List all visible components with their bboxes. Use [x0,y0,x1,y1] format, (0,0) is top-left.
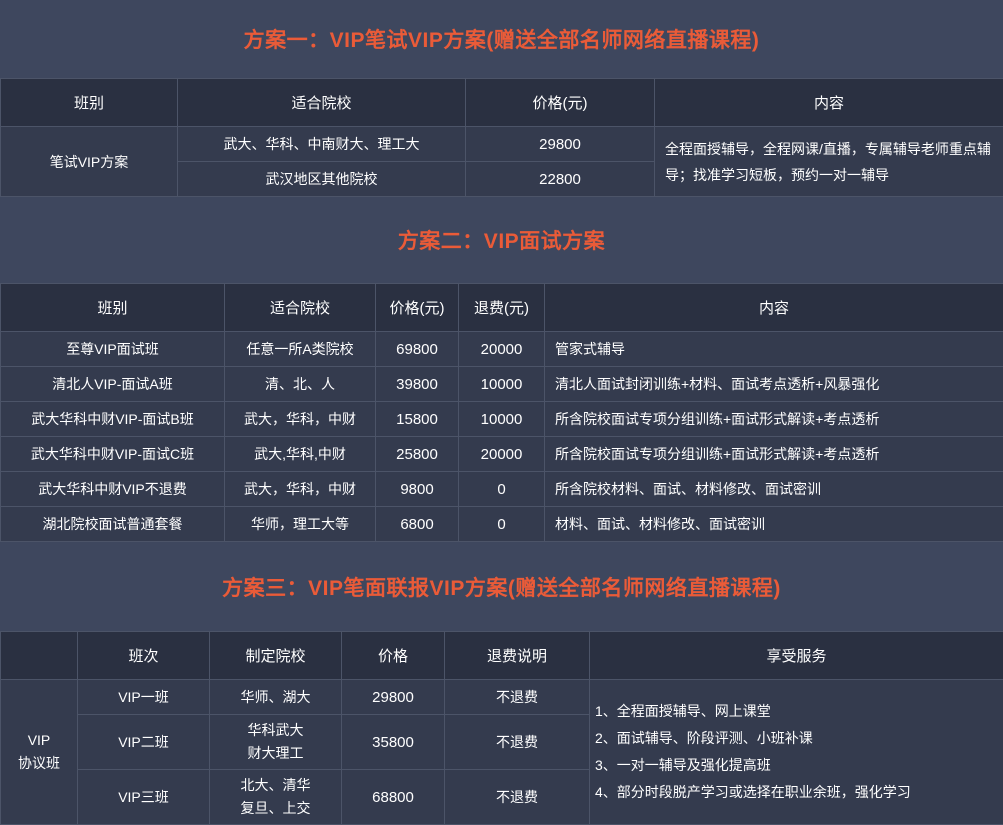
class-name-cell: 武大华科中财VIP不退费 [1,472,225,507]
school-cell: 清、北、人 [225,367,376,402]
header-cell-group [1,632,78,680]
group-label-cell: VIP 协议班 [1,680,78,825]
header-cell-price: 价格(元) [466,79,655,127]
refund-cell: 10000 [459,367,545,402]
school-cell: 武大、华科、中南财大、理工大 [178,127,466,162]
class-name-cell: 湖北院校面试普通套餐 [1,507,225,542]
plan1-title-area: 方案一：VIP笔试VIP方案(赠送全部名师网络直播课程) [0,0,1003,78]
price-cell: 6800 [376,507,459,542]
class-name-cell: VIP三班 [78,770,210,825]
header-cell-content: 内容 [545,284,1003,332]
table-row: 武大华科中财VIP-面试C班 武大,华科,中财 25800 20000 所含院校… [1,437,1003,472]
plan1-table: 班别 适合院校 价格(元) 内容 笔试VIP方案 武大、华科、中南财大、理工大 … [0,78,1003,197]
price-cell: 29800 [342,680,445,715]
header-cell-price: 价格 [342,632,445,680]
school-cell: 任意一所A类院校 [225,332,376,367]
header-cell-class: 班别 [1,79,178,127]
table-row: 武大华科中财VIP-面试B班 武大，华科，中财 15800 10000 所含院校… [1,402,1003,437]
header-cell-class: 班次 [78,632,210,680]
refund-cell: 不退费 [445,770,590,825]
plan1-header-row: 班别 适合院校 价格(元) 内容 [1,79,1003,127]
school-cell: 武大,华科,中财 [225,437,376,472]
class-name-cell: 清北人VIP-面试A班 [1,367,225,402]
header-cell-refund: 退费(元) [459,284,545,332]
content-cell: 管家式辅导 [545,332,1003,367]
price-cell: 9800 [376,472,459,507]
plan2-title: 方案二：VIP面试方案 [398,225,605,255]
plan3-header-row: 班次 制定院校 价格 退费说明 享受服务 [1,632,1003,680]
plan2-title-area: 方案二：VIP面试方案 [0,197,1003,283]
content-cell: 所含院校材料、面试、材料修改、面试密训 [545,472,1003,507]
header-cell-refund-note: 退费说明 [445,632,590,680]
refund-cell: 0 [459,507,545,542]
services-cell: 1、全程面授辅导、网上课堂 2、面试辅导、阶段评测、小班补课 3、一对一辅导及强… [590,680,1003,825]
header-cell-content: 内容 [655,79,1003,127]
plan1-title: 方案一：VIP笔试VIP方案(赠送全部名师网络直播课程) [244,24,760,54]
table-row: 湖北院校面试普通套餐 华师，理工大等 6800 0 材料、面试、材料修改、面试密… [1,507,1003,542]
price-cell: 68800 [342,770,445,825]
plan2-header-row: 班别 适合院校 价格(元) 退费(元) 内容 [1,284,1003,332]
price-cell: 25800 [376,437,459,472]
header-cell-school: 适合院校 [178,79,466,127]
school-cell: 华师、湖大 [210,680,342,715]
plan3-table: 班次 制定院校 价格 退费说明 享受服务 VIP 协议班 VIP一班 华师、湖大… [0,631,1003,825]
table-row: 清北人VIP-面试A班 清、北、人 39800 10000 清北人面试封闭训练+… [1,367,1003,402]
school-cell: 武大，华科，中财 [225,472,376,507]
price-cell: 39800 [376,367,459,402]
refund-cell: 20000 [459,332,545,367]
class-name-cell: 武大华科中财VIP-面试B班 [1,402,225,437]
class-name-cell: VIP一班 [78,680,210,715]
plan2-table: 班别 适合院校 价格(元) 退费(元) 内容 至尊VIP面试班 任意一所A类院校… [0,283,1003,542]
refund-cell: 不退费 [445,715,590,770]
school-cell: 武汉地区其他院校 [178,162,466,197]
content-cell: 所含院校面试专项分组训练+面试形式解读+考点透析 [545,437,1003,472]
price-cell: 35800 [342,715,445,770]
price-cell: 15800 [376,402,459,437]
price-cell: 29800 [466,127,655,162]
plan3-title-area: 方案三：VIP笔面联报VIP方案(赠送全部名师网络直播课程) [0,542,1003,631]
header-cell-class: 班别 [1,284,225,332]
table-row: 笔试VIP方案 武大、华科、中南财大、理工大 29800 全程面授辅导，全程网课… [1,127,1003,162]
header-cell-price: 价格(元) [376,284,459,332]
school-cell: 华科武大 财大理工 [210,715,342,770]
table-row: 武大华科中财VIP不退费 武大，华科，中财 9800 0 所含院校材料、面试、材… [1,472,1003,507]
header-cell-school: 适合院校 [225,284,376,332]
pricing-page: 方案一：VIP笔试VIP方案(赠送全部名师网络直播课程) 班别 适合院校 价格(… [0,0,1003,825]
school-cell: 武大，华科，中财 [225,402,376,437]
content-cell: 全程面授辅导，全程网课/直播，专属辅导老师重点辅导；找准学习短板，预约一对一辅导 [655,127,1003,197]
price-cell: 69800 [376,332,459,367]
school-cell: 华师，理工大等 [225,507,376,542]
content-cell: 清北人面试封闭训练+材料、面试考点透析+风暴强化 [545,367,1003,402]
header-cell-services: 享受服务 [590,632,1003,680]
header-cell-school: 制定院校 [210,632,342,680]
price-cell: 22800 [466,162,655,197]
class-name-cell: 笔试VIP方案 [1,127,178,197]
plan3-title: 方案三：VIP笔面联报VIP方案(赠送全部名师网络直播课程) [222,572,781,602]
table-row: 至尊VIP面试班 任意一所A类院校 69800 20000 管家式辅导 [1,332,1003,367]
school-cell: 北大、清华 复旦、上交 [210,770,342,825]
content-cell: 材料、面试、材料修改、面试密训 [545,507,1003,542]
class-name-cell: 至尊VIP面试班 [1,332,225,367]
refund-cell: 10000 [459,402,545,437]
refund-cell: 不退费 [445,680,590,715]
class-name-cell: VIP二班 [78,715,210,770]
table-row: VIP 协议班 VIP一班 华师、湖大 29800 不退费 1、全程面授辅导、网… [1,680,1003,715]
refund-cell: 20000 [459,437,545,472]
content-cell: 所含院校面试专项分组训练+面试形式解读+考点透析 [545,402,1003,437]
refund-cell: 0 [459,472,545,507]
class-name-cell: 武大华科中财VIP-面试C班 [1,437,225,472]
